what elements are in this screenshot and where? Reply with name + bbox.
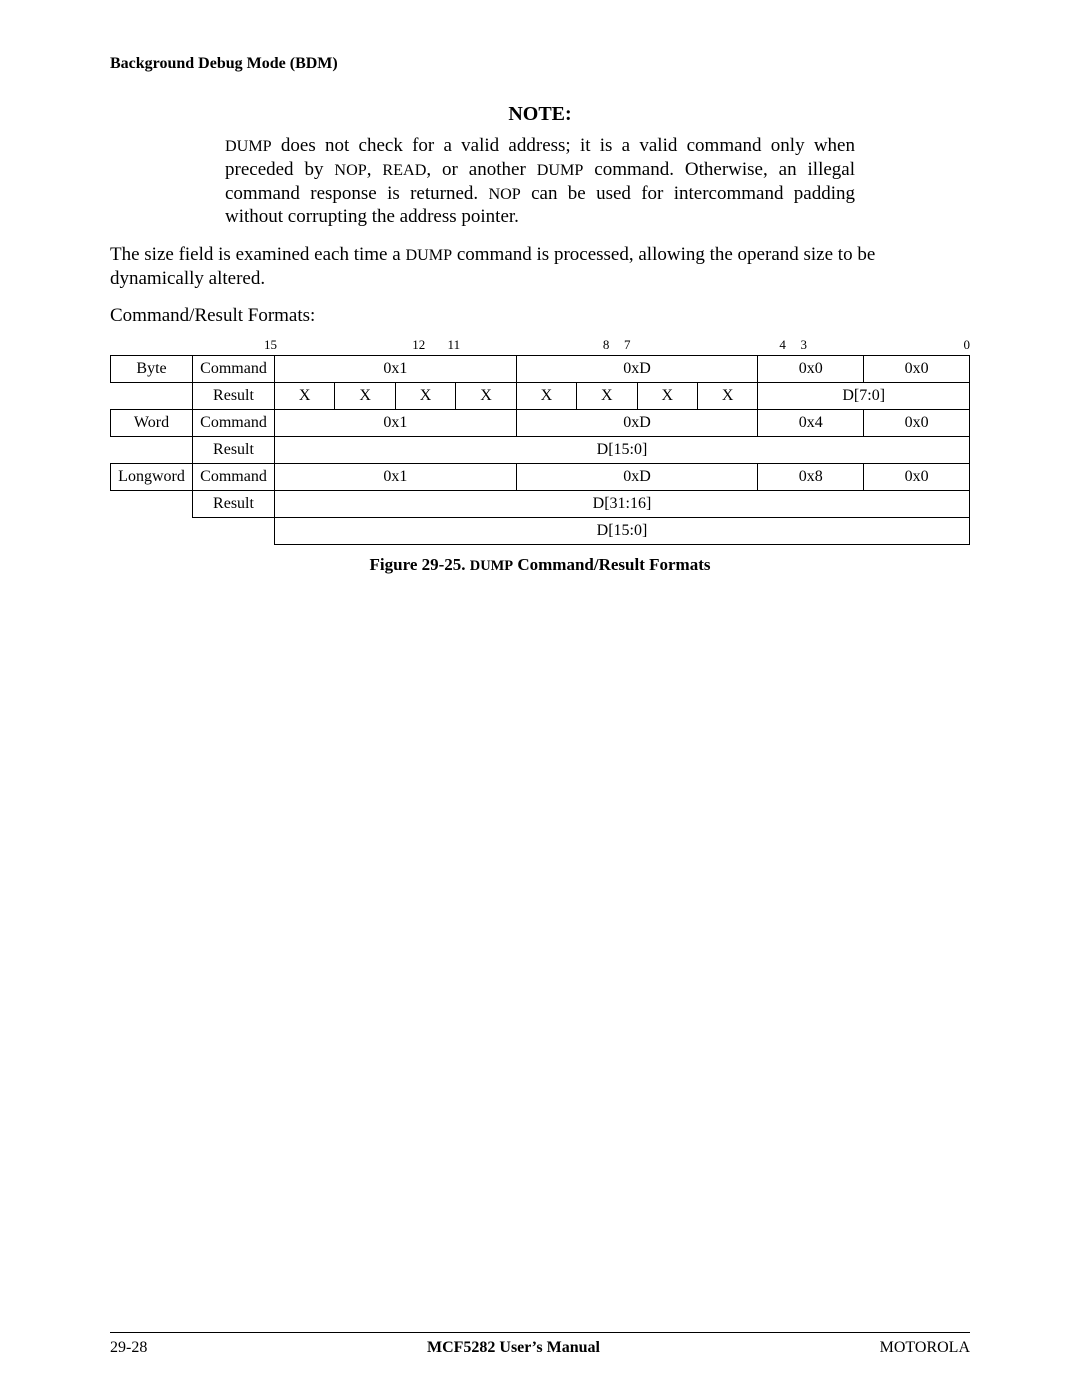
body-paragraph: The size field is examined each time a D…	[110, 243, 970, 291]
data-cell: 0x0	[864, 463, 970, 490]
data-cell: 0xD	[516, 355, 758, 382]
note-text: DUMP	[225, 138, 272, 155]
data-cell: D[7:0]	[758, 382, 970, 409]
data-cell: 0xD	[516, 409, 758, 436]
data-cell: 0x8	[758, 463, 864, 490]
table-row: D[15:0]	[111, 517, 970, 544]
data-cell: D[31:16]	[275, 490, 970, 517]
data-cell: 0x1	[275, 355, 517, 382]
data-cell: X	[456, 382, 516, 409]
table-row: ResultD[15:0]	[111, 436, 970, 463]
bit-label: 7	[624, 337, 631, 353]
format-table-wrap: 15 12 11 8 7 4 3 0 ByteCommand0x10xD0x00…	[110, 337, 970, 545]
caption-dump: DUMP	[470, 558, 513, 574]
footer-page-number: 29-28	[110, 1339, 147, 1357]
data-cell: X	[637, 382, 697, 409]
label-cell: Result	[193, 436, 275, 463]
table-row: ByteCommand0x10xD0x00x0	[111, 355, 970, 382]
data-cell: 0x1	[275, 409, 517, 436]
table-row: WordCommand0x10xD0x40x0	[111, 409, 970, 436]
table-row: ResultD[31:16]	[111, 490, 970, 517]
note-heading: NOTE:	[110, 103, 970, 126]
bit-label: 4	[779, 337, 786, 353]
footer-manual-title: MCF5282 User’s Manual	[427, 1339, 600, 1357]
data-cell: X	[516, 382, 576, 409]
data-cell: X	[335, 382, 395, 409]
bit-label: 3	[801, 337, 808, 353]
note-text: , or another	[426, 159, 536, 180]
subheading: Command/Result Formats:	[110, 305, 970, 327]
type-cell	[111, 517, 193, 544]
type-cell: Byte	[111, 355, 193, 382]
label-cell: Command	[193, 355, 275, 382]
data-cell: 0x0	[758, 355, 864, 382]
table-row: LongwordCommand0x10xD0x80x0	[111, 463, 970, 490]
data-cell: X	[395, 382, 455, 409]
data-cell: D[15:0]	[275, 517, 970, 544]
note-text: NOP	[488, 186, 520, 203]
body-text: DUMP	[405, 247, 452, 264]
caption-suffix: Command/Result Formats	[513, 555, 710, 574]
data-cell: 0x0	[864, 409, 970, 436]
data-cell: X	[697, 382, 757, 409]
type-cell	[111, 436, 193, 463]
bit-number-row: 15 12 11 8 7 4 3 0	[110, 337, 970, 353]
data-cell: D[15:0]	[275, 436, 970, 463]
label-cell: Command	[193, 409, 275, 436]
caption-prefix: Figure 29-25.	[370, 555, 470, 574]
type-cell: Longword	[111, 463, 193, 490]
figure-caption: Figure 29-25. DUMP Command/Result Format…	[110, 555, 970, 575]
bit-label: 8	[603, 337, 610, 353]
data-cell: X	[577, 382, 637, 409]
label-cell: Command	[193, 463, 275, 490]
bit-labels: 15 12 11 8 7 4 3 0	[264, 337, 970, 353]
data-cell: 0x4	[758, 409, 864, 436]
data-cell: X	[275, 382, 335, 409]
page-footer: 29-28 MCF5282 User’s Manual MOTOROLA	[110, 1332, 970, 1357]
bit-label: 0	[964, 337, 971, 353]
footer-brand: MOTOROLA	[880, 1339, 970, 1357]
table-row: ResultXXXXXXXXD[7:0]	[111, 382, 970, 409]
format-table: ByteCommand0x10xD0x00x0ResultXXXXXXXXD[7…	[110, 355, 970, 545]
type-cell	[111, 382, 193, 409]
note-text: NOP	[334, 162, 366, 179]
label-cell	[193, 517, 275, 544]
data-cell: 0x0	[864, 355, 970, 382]
type-cell	[111, 490, 193, 517]
running-header: Background Debug Mode (BDM)	[110, 55, 970, 73]
bit-label: 15	[264, 337, 277, 353]
data-cell: 0x1	[275, 463, 517, 490]
label-cell: Result	[193, 490, 275, 517]
bit-label: 12	[412, 337, 425, 353]
type-cell: Word	[111, 409, 193, 436]
note-text: DUMP	[537, 162, 584, 179]
body-text: The size field is examined each time a	[110, 244, 405, 265]
bit-label: 11	[448, 337, 461, 353]
page: Background Debug Mode (BDM) NOTE: DUMP d…	[0, 0, 1080, 1397]
data-cell: 0xD	[516, 463, 758, 490]
note-text: READ	[382, 162, 426, 179]
label-cell: Result	[193, 382, 275, 409]
note-body: DUMP does not check for a valid address;…	[225, 134, 855, 229]
note-text: ,	[367, 159, 383, 180]
